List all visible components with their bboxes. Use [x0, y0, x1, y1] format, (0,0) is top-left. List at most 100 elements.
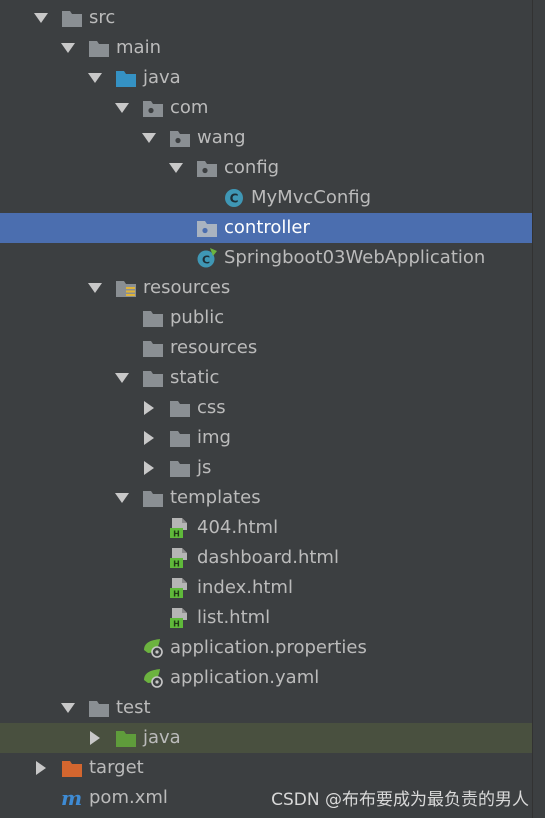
folder-icon — [62, 11, 82, 27]
tree-row-application-yaml[interactable]: application.yaml — [0, 663, 533, 693]
tree-row-static[interactable]: static — [0, 363, 533, 393]
tree-label-static: static — [170, 367, 220, 388]
tree-row-src[interactable]: src — [0, 3, 533, 33]
tree-label-java-test: java — [143, 727, 181, 748]
tree-row-application-properties[interactable]: application.properties — [0, 633, 533, 663]
tree-row-dashboard-html[interactable]: H dashboard.html — [0, 543, 533, 573]
collapse-arrow-icon[interactable] — [142, 123, 156, 153]
package-icon — [197, 221, 217, 237]
collapse-arrow-icon[interactable] — [169, 153, 183, 183]
folder-icon — [143, 371, 163, 387]
tree-label-src: src — [89, 7, 116, 28]
svg-text:H: H — [173, 590, 180, 599]
tree-row-test[interactable]: test — [0, 693, 533, 723]
expand-arrow-icon[interactable] — [88, 723, 102, 753]
tree-row-resources-sub[interactable]: resources — [0, 333, 533, 363]
tree-label-resources: resources — [143, 277, 231, 298]
tree-row-css[interactable]: css — [0, 393, 533, 423]
tree-label-public: public — [170, 307, 225, 328]
tree-label-404-html: 404.html — [197, 517, 279, 538]
package-icon — [197, 161, 217, 177]
tree-label-resources-sub: resources — [170, 337, 258, 358]
tree-label-config: config — [224, 157, 280, 178]
tree-row-wang[interactable]: wang — [0, 123, 533, 153]
tree-row-java-test[interactable]: java — [0, 723, 533, 753]
tree-row-mymvcconfig[interactable]: C MyMvcConfig — [0, 183, 533, 213]
maven-icon: m — [61, 786, 83, 810]
tree-row-config[interactable]: config — [0, 153, 533, 183]
tree-row-java-main[interactable]: java — [0, 63, 533, 93]
tree-label-main: main — [116, 37, 161, 58]
expand-arrow-icon[interactable] — [142, 393, 156, 423]
tree-label-pom: pom.xml — [89, 787, 168, 808]
folder-icon — [170, 431, 190, 447]
tree-label-test: test — [116, 697, 151, 718]
tree-row-list-html[interactable]: H list.html — [0, 603, 533, 633]
tree-row-springboot-app[interactable]: C Springboot03WebApplication — [0, 243, 533, 273]
tree-label-controller: controller — [224, 217, 310, 238]
tree-row-target[interactable]: target — [0, 753, 533, 783]
tree-label-img: img — [197, 427, 231, 448]
vertical-scrollbar[interactable] — [532, 0, 545, 818]
spring-config-icon — [144, 639, 163, 658]
collapse-arrow-icon[interactable] — [34, 3, 48, 33]
folder-icon — [89, 41, 109, 57]
package-icon — [170, 131, 190, 147]
svg-text:C: C — [202, 254, 210, 267]
folder-icon — [89, 701, 109, 717]
test-folder-icon — [116, 731, 136, 747]
resources-folder-icon — [116, 281, 136, 297]
svg-text:C: C — [230, 192, 239, 206]
tree-row-js[interactable]: js — [0, 453, 533, 483]
collapse-arrow-icon[interactable] — [115, 363, 129, 393]
collapse-arrow-icon[interactable] — [88, 273, 102, 303]
tree-label-templates: templates — [170, 487, 261, 508]
excluded-folder-icon — [62, 761, 82, 777]
tree-row-com[interactable]: com — [0, 93, 533, 123]
project-tree: src main java com wang config C MyMvcCon… — [0, 3, 545, 813]
tree-label-application-yaml: application.yaml — [170, 667, 320, 688]
tree-row-controller[interactable]: controller — [0, 213, 533, 243]
tree-row-main[interactable]: main — [0, 33, 533, 63]
tree-label-css: css — [197, 397, 226, 418]
tree-label-java-main: java — [143, 67, 181, 88]
collapse-arrow-icon[interactable] — [88, 63, 102, 93]
tree-label-application-properties: application.properties — [170, 637, 367, 658]
svg-text:H: H — [173, 560, 180, 569]
tree-label-js: js — [197, 457, 212, 478]
spring-config-icon — [144, 669, 163, 688]
html-file-icon: H — [170, 578, 187, 599]
tree-label-wang: wang — [197, 127, 246, 148]
tree-row-resources[interactable]: resources — [0, 273, 533, 303]
collapse-arrow-icon[interactable] — [61, 33, 75, 63]
expand-arrow-icon[interactable] — [142, 453, 156, 483]
tree-label-springboot-app: Springboot03WebApplication — [224, 247, 486, 268]
expand-arrow-icon[interactable] — [142, 423, 156, 453]
tree-row-404-html[interactable]: H 404.html — [0, 513, 533, 543]
expand-arrow-icon[interactable] — [34, 753, 48, 783]
watermark: CSDN @布布要成为最负责的男人 — [271, 790, 529, 810]
java-class-icon: C — [225, 189, 243, 207]
tree-row-templates[interactable]: templates — [0, 483, 533, 513]
tree-label-target: target — [89, 757, 144, 778]
tree-label-index-html: index.html — [197, 577, 293, 598]
tree-label-com: com — [170, 97, 209, 118]
svg-text:H: H — [173, 620, 180, 629]
collapse-arrow-icon[interactable] — [115, 93, 129, 123]
spring-boot-class-icon: C — [197, 248, 217, 268]
tree-row-public[interactable]: public — [0, 303, 533, 333]
folder-icon — [170, 461, 190, 477]
html-file-icon: H — [170, 518, 187, 538]
html-file-icon: H — [170, 608, 187, 629]
tree-label-list-html: list.html — [197, 607, 271, 628]
tree-label-mymvcconfig: MyMvcConfig — [251, 187, 372, 208]
tree-row-img[interactable]: img — [0, 423, 533, 453]
folder-icon — [170, 401, 190, 417]
folder-icon — [143, 311, 163, 327]
tree-label-dashboard-html: dashboard.html — [197, 547, 339, 568]
tree-row-index-html[interactable]: H index.html — [0, 573, 533, 603]
folder-icon — [143, 341, 163, 357]
html-file-icon: H — [170, 548, 187, 569]
collapse-arrow-icon[interactable] — [61, 693, 75, 723]
collapse-arrow-icon[interactable] — [115, 483, 129, 513]
